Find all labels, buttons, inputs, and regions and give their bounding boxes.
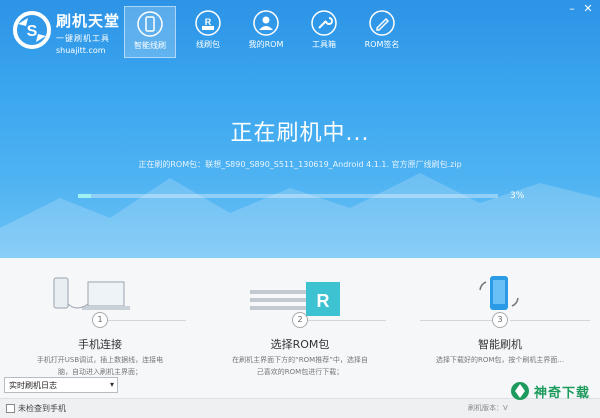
wrench-icon [311, 10, 337, 36]
phone-status-text: 未检查到手机 [18, 404, 66, 413]
watermark-logo-icon [511, 382, 529, 400]
nav-smart-flash[interactable]: 智能线刷 [124, 6, 176, 58]
brand: 刷机天堂 一键刷机工具 shuajitt.com [56, 10, 120, 55]
app-header: S 刷机天堂 一键刷机工具 shuajitt.com 智能线刷 R 线刷包 我的… [0, 0, 600, 62]
rom-file-name: 联想_S890_S890_S511_130619_Android 4.1.1. … [205, 160, 462, 169]
step-desc: 选择下载好的ROM包，按个刷机主界面... [435, 356, 565, 364]
phone-laptop-icon [53, 277, 130, 310]
nav-rom-sign[interactable]: ROM签名 [356, 6, 408, 58]
brand-site: shuajitt.com [56, 46, 106, 55]
step-title: 选择ROM包 [270, 338, 330, 351]
nav-label: 线刷包 [196, 40, 220, 49]
brand-slogan: 一键刷机工具 [56, 34, 110, 43]
logo-icon: S [13, 11, 51, 49]
phone-refresh-icon [479, 276, 519, 310]
rom-package-icon: R [195, 10, 221, 36]
close-icon[interactable]: ✕ [580, 2, 596, 16]
step-title: 手机连接 [78, 338, 122, 351]
nav-rom-package[interactable]: R 线刷包 [182, 6, 234, 58]
step-smart-flash: 3 智能刷机 选择下载好的ROM包，按个刷机主界面... [400, 258, 600, 398]
step-desc: 手机打开USB调试，插上数据线，连接电脑，自动进入刷机主界面； [36, 356, 164, 376]
step-number: 1 [92, 312, 108, 328]
flash-progress-bar [78, 194, 498, 198]
rom-prefix: 正在刷的ROM包： [138, 160, 206, 169]
step-select-rom: R 2 选择ROM包 在刷机主界面下方的“ROM推荐”中，选择自己喜欢的ROM包… [200, 258, 400, 398]
flash-status-title: 正在刷机中... [230, 121, 370, 146]
nav-label: 工具箱 [312, 40, 336, 49]
svg-text:S: S [27, 23, 38, 40]
rom-file-line: 正在刷的ROM包：联想_S890_S890_S511_130619_Androi… [0, 159, 600, 170]
nav-label: 我的ROM [248, 40, 284, 49]
svg-text:R: R [205, 17, 212, 27]
log-select[interactable]: 实时刷机日志 ▾ [4, 377, 118, 393]
pen-icon [369, 10, 395, 36]
nav-label: 智能线刷 [134, 41, 166, 50]
brand-name: 刷机天堂 [56, 12, 121, 30]
watermark-text: 神奇下载 [534, 385, 591, 401]
chevron-down-icon: ▾ [109, 380, 114, 389]
smartphone-refresh-icon [137, 11, 163, 37]
svg-text:R: R [317, 291, 330, 311]
phone-status: 未检查到手机 [6, 403, 66, 414]
version-label: 刷机版本：V [468, 404, 508, 412]
progress-fill [78, 194, 91, 198]
nav-my-rom[interactable]: 我的ROM [240, 6, 292, 58]
main-nav: 智能线刷 R 线刷包 我的ROM 工具箱 ROM签名 [124, 6, 414, 58]
minimize-icon[interactable]: – [564, 2, 580, 16]
status-bar: 未检查到手机 刷机版本：V [0, 398, 600, 418]
progress-percent: 3% [510, 191, 525, 201]
checkbox-icon[interactable] [6, 404, 15, 413]
window-controls: – ✕ [564, 2, 596, 16]
step-title: 智能刷机 [478, 338, 522, 351]
step-desc: 在刷机主界面下方的“ROM推荐”中，选择自己喜欢的ROM包进行下载； [232, 356, 368, 376]
watermark: 神奇下载 [510, 381, 590, 401]
step-number: 2 [292, 312, 308, 328]
user-icon [253, 10, 279, 36]
hero-area: S 刷机天堂 一键刷机工具 shuajitt.com 智能线刷 R 线刷包 我的… [0, 0, 600, 258]
nav-label: ROM签名 [364, 40, 400, 49]
log-select-value: 实时刷机日志 [9, 381, 57, 390]
step-number: 3 [492, 312, 508, 328]
nav-toolbox[interactable]: 工具箱 [298, 6, 350, 58]
